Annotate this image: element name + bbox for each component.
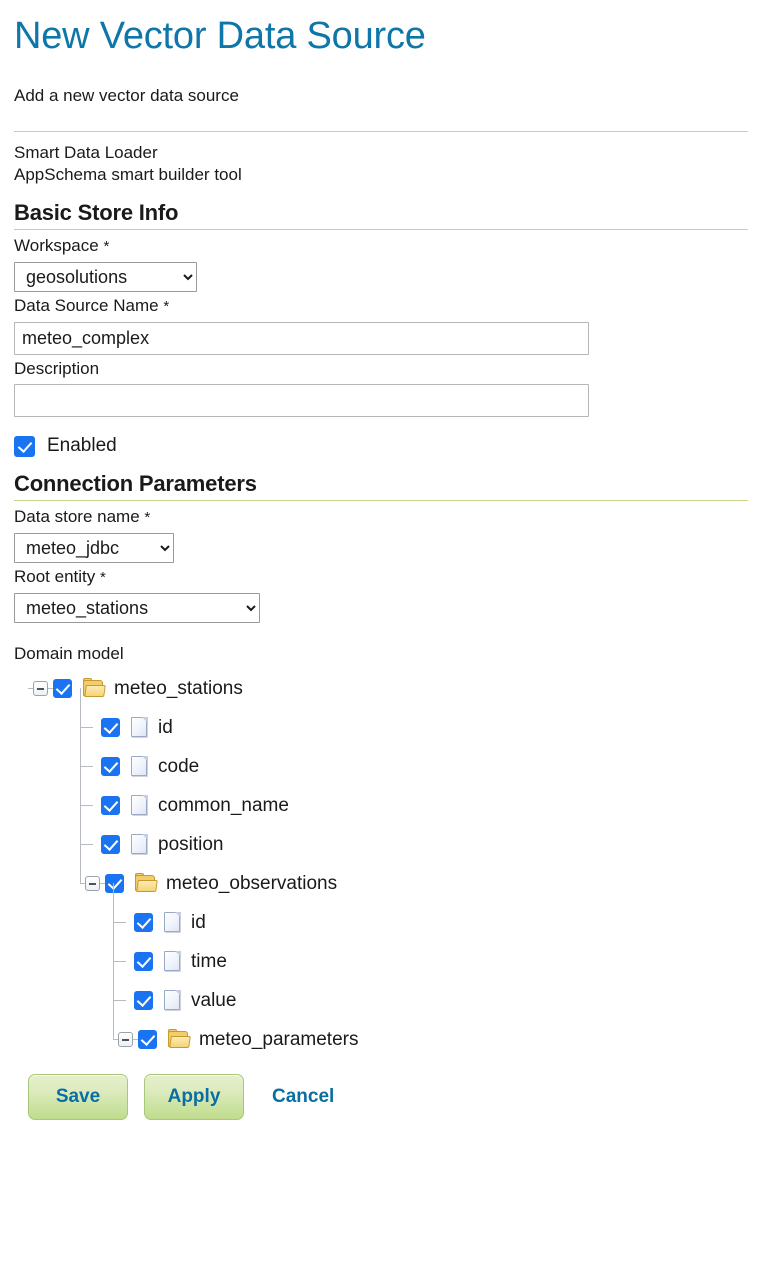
tree-node-checkbox[interactable] bbox=[134, 913, 153, 932]
basic-store-info-rule bbox=[14, 229, 748, 230]
collapse-toggle-icon[interactable] bbox=[85, 876, 100, 891]
file-icon bbox=[131, 717, 149, 738]
save-button[interactable]: Save bbox=[28, 1074, 128, 1120]
tree-node-checkbox[interactable] bbox=[101, 796, 120, 815]
data-source-name-input[interactable] bbox=[14, 322, 589, 355]
folder-icon bbox=[135, 872, 158, 893]
domain-model-tree: meteo_stationsid code common_name position m… bbox=[14, 669, 748, 1059]
tree-node[interactable]: id bbox=[14, 903, 748, 942]
tree-connector bbox=[113, 942, 134, 981]
data-store-name-label-text: Data store name bbox=[14, 507, 140, 526]
connection-parameters-title: Connection Parameters bbox=[14, 471, 257, 496]
tree-node[interactable]: code bbox=[14, 747, 748, 786]
section-connection-parameters: Connection Parameters Data store name * … bbox=[14, 471, 748, 1059]
field-description: Description bbox=[14, 357, 748, 417]
tree-node-checkbox[interactable] bbox=[138, 1030, 157, 1049]
tree-node[interactable]: meteo_observations bbox=[14, 864, 748, 903]
section-basic-store-info: Basic Store Info Workspace * geosolution… bbox=[14, 200, 748, 457]
root-entity-label-text: Root entity bbox=[14, 567, 96, 586]
connection-parameters-rule bbox=[14, 500, 748, 501]
workspace-label-text: Workspace bbox=[14, 236, 99, 255]
tree-connector bbox=[80, 708, 101, 747]
basic-store-info-title: Basic Store Info bbox=[14, 200, 179, 225]
field-root-entity: Root entity * meteo_stations bbox=[14, 565, 748, 623]
tool-description: AppSchema smart builder tool bbox=[14, 165, 242, 184]
form-actions: Save Apply Cancel bbox=[14, 1074, 748, 1120]
cancel-link[interactable]: Cancel bbox=[272, 1086, 334, 1108]
tree-node[interactable]: common_name bbox=[14, 786, 748, 825]
apply-button[interactable]: Apply bbox=[144, 1074, 244, 1120]
field-workspace: Workspace * geosolutions bbox=[14, 234, 748, 292]
tree-connector-line bbox=[113, 883, 114, 1040]
tree-node-label: code bbox=[158, 755, 200, 777]
tree-node-label: position bbox=[158, 833, 224, 855]
tree-node-checkbox[interactable] bbox=[134, 991, 153, 1010]
enabled-checkbox[interactable] bbox=[14, 435, 35, 457]
tree-connector bbox=[80, 786, 101, 825]
page-subtitle: Add a new vector data source bbox=[14, 86, 239, 105]
root-entity-select[interactable]: meteo_stations bbox=[14, 593, 260, 623]
tree-node-label: meteo_parameters bbox=[199, 1028, 359, 1050]
tree-connector-line bbox=[80, 688, 81, 884]
enabled-label: Enabled bbox=[47, 435, 117, 456]
description-input[interactable] bbox=[14, 384, 589, 417]
tree-node-checkbox[interactable] bbox=[134, 952, 153, 971]
tree-node-label: id bbox=[191, 911, 206, 933]
tree-node-label: time bbox=[191, 950, 227, 972]
tool-name: Smart Data Loader bbox=[14, 143, 158, 162]
workspace-required-marker: * bbox=[103, 238, 110, 255]
tree-node-checkbox[interactable] bbox=[53, 679, 72, 698]
field-data-store-name: Data store name * meteo_jdbc bbox=[14, 505, 748, 563]
folder-icon bbox=[168, 1028, 191, 1049]
tree-connector bbox=[80, 825, 101, 864]
tree-node-checkbox[interactable] bbox=[101, 718, 120, 737]
data-store-name-required-marker: * bbox=[144, 509, 151, 526]
data-source-name-required-marker: * bbox=[163, 298, 170, 315]
file-icon bbox=[131, 834, 149, 855]
collapse-toggle-icon[interactable] bbox=[118, 1032, 133, 1047]
file-icon bbox=[164, 990, 182, 1011]
tree-connector bbox=[80, 747, 101, 786]
description-label: Description bbox=[14, 359, 100, 378]
data-store-name-label: Data store name * bbox=[14, 505, 748, 530]
root-entity-required-marker: * bbox=[100, 569, 106, 586]
tree-node[interactable]: meteo_stations bbox=[14, 669, 748, 708]
tree-node-label: meteo_observations bbox=[166, 872, 338, 894]
tree-node[interactable]: meteo_parameters bbox=[14, 1020, 748, 1059]
enabled-row[interactable]: Enabled bbox=[14, 435, 748, 457]
data-source-name-label-text: Data Source Name bbox=[14, 296, 159, 315]
tree-connector bbox=[113, 981, 134, 1020]
workspace-label: Workspace * bbox=[14, 234, 748, 259]
tree-node-checkbox[interactable] bbox=[101, 835, 120, 854]
tree-node[interactable]: time bbox=[14, 942, 748, 981]
tree-node-checkbox[interactable] bbox=[105, 874, 124, 893]
page-title: New Vector Data Source bbox=[14, 15, 426, 57]
page-container: New Vector Data Source Add a new vector … bbox=[0, 0, 762, 1120]
root-entity-label: Root entity * bbox=[14, 565, 748, 590]
tree-node-label: meteo_stations bbox=[114, 677, 243, 699]
tree-connector bbox=[113, 903, 134, 942]
tree-node-label: value bbox=[191, 989, 237, 1011]
folder-icon bbox=[83, 677, 106, 698]
tree-node[interactable]: id bbox=[14, 708, 748, 747]
file-icon bbox=[164, 912, 182, 933]
tree-node-label: common_name bbox=[158, 794, 289, 816]
field-data-source-name: Data Source Name * bbox=[14, 294, 748, 355]
file-icon bbox=[164, 951, 182, 972]
tree-node-checkbox[interactable] bbox=[101, 757, 120, 776]
collapse-toggle-icon[interactable] bbox=[33, 681, 48, 696]
data-store-name-select[interactable]: meteo_jdbc bbox=[14, 533, 174, 563]
tree-node[interactable]: position bbox=[14, 825, 748, 864]
file-icon bbox=[131, 795, 149, 816]
tree-node-label: id bbox=[158, 716, 173, 738]
data-source-name-label: Data Source Name * bbox=[14, 294, 748, 319]
file-icon bbox=[131, 756, 149, 777]
workspace-select[interactable]: geosolutions bbox=[14, 262, 197, 292]
domain-model-label: Domain model bbox=[14, 644, 124, 663]
tree-node[interactable]: value bbox=[14, 981, 748, 1020]
